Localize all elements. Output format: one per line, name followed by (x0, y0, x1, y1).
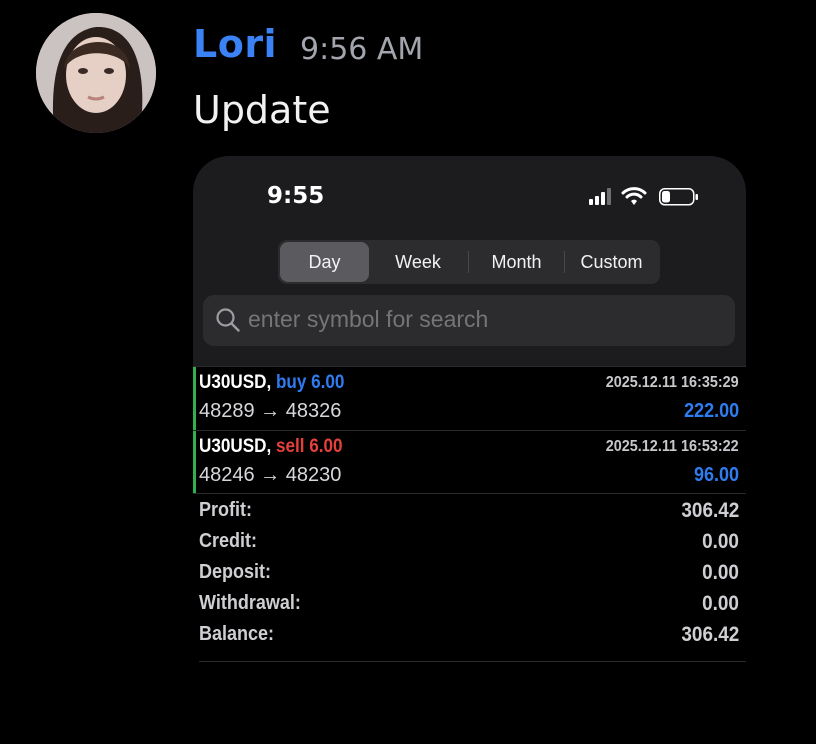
summary-row-profit: Profit: 306.42 (193, 494, 746, 525)
trade-row[interactable]: U30USD, buy 6.00 2025.12.11 16:35:29 482… (193, 366, 746, 430)
tab-day[interactable]: Day (280, 242, 369, 282)
search-icon (216, 308, 240, 332)
summary-row-credit: Credit: 0.00 (193, 525, 746, 556)
summary-value: 306.42 (681, 623, 739, 646)
summary-value: 306.42 (681, 499, 739, 522)
trade-row[interactable]: U30USD, sell 6.00 2025.12.11 16:53:22 48… (193, 430, 746, 494)
position-bar (193, 367, 196, 430)
tab-week[interactable]: Week (370, 242, 466, 282)
chat-message: Lori 9:56 AM Update 9:55 Day Week Month … (0, 0, 816, 744)
tab-custom[interactable]: Custom (565, 242, 658, 282)
summary-label: Profit: (199, 499, 253, 521)
summary-label: Withdrawal: (199, 592, 301, 614)
summary-value: 0.00 (702, 561, 739, 584)
trade-prices: 48246 → 48230 (199, 464, 342, 486)
trade-profit: 96.00 (693, 464, 739, 486)
symbol-label: U30USD, (199, 436, 272, 457)
trade-prices: 48289 → 48326 (199, 400, 342, 422)
symbol-label: U30USD, (199, 372, 272, 393)
attached-screenshot[interactable]: 9:55 Day Week Month Custom enter symbol … (193, 156, 746, 666)
trade-side: sell 6.00 (275, 436, 343, 457)
summary-value: 0.00 (702, 592, 739, 615)
trade-symbol: U30USD, sell 6.00 (199, 436, 343, 458)
signal-icon (589, 188, 611, 205)
phone-header: 9:55 Day Week Month Custom enter symbol … (193, 156, 746, 366)
summary-row-deposit: Deposit: 0.00 (193, 556, 746, 587)
account-summary: Profit: 306.42 Credit: 0.00 Deposit: 0.0… (193, 493, 746, 649)
search-bar[interactable] (203, 295, 735, 346)
status-icons (589, 184, 709, 210)
search-input[interactable] (248, 306, 718, 333)
summary-row-withdrawal: Withdrawal: 0.00 (193, 587, 746, 618)
period-segmented-control: Day Week Month Custom (278, 240, 660, 284)
message-text: Update (193, 88, 331, 132)
battery-icon (659, 188, 698, 206)
trade-datetime: 2025.12.11 16:53:22 (606, 438, 739, 455)
trade-symbol: U30USD, buy 6.00 (199, 372, 344, 394)
avatar[interactable] (36, 13, 156, 133)
trade-profit: 222.00 (683, 400, 739, 422)
author-name[interactable]: Lori (193, 22, 277, 66)
message-timestamp: 9:56 AM (300, 32, 424, 67)
status-clock: 9:55 (267, 183, 325, 209)
trade-side: buy 6.00 (275, 372, 345, 393)
tab-month[interactable]: Month (469, 242, 564, 282)
summary-label: Balance: (199, 623, 275, 645)
avatar-photo (36, 13, 156, 133)
wifi-icon (621, 187, 647, 205)
summary-label: Credit: (199, 530, 258, 552)
summary-row-balance: Balance: 306.42 (193, 618, 746, 649)
trade-datetime: 2025.12.11 16:35:29 (606, 374, 739, 391)
summary-divider (199, 661, 746, 662)
summary-value: 0.00 (702, 530, 739, 553)
position-bar (193, 431, 196, 494)
summary-label: Deposit: (199, 561, 271, 583)
